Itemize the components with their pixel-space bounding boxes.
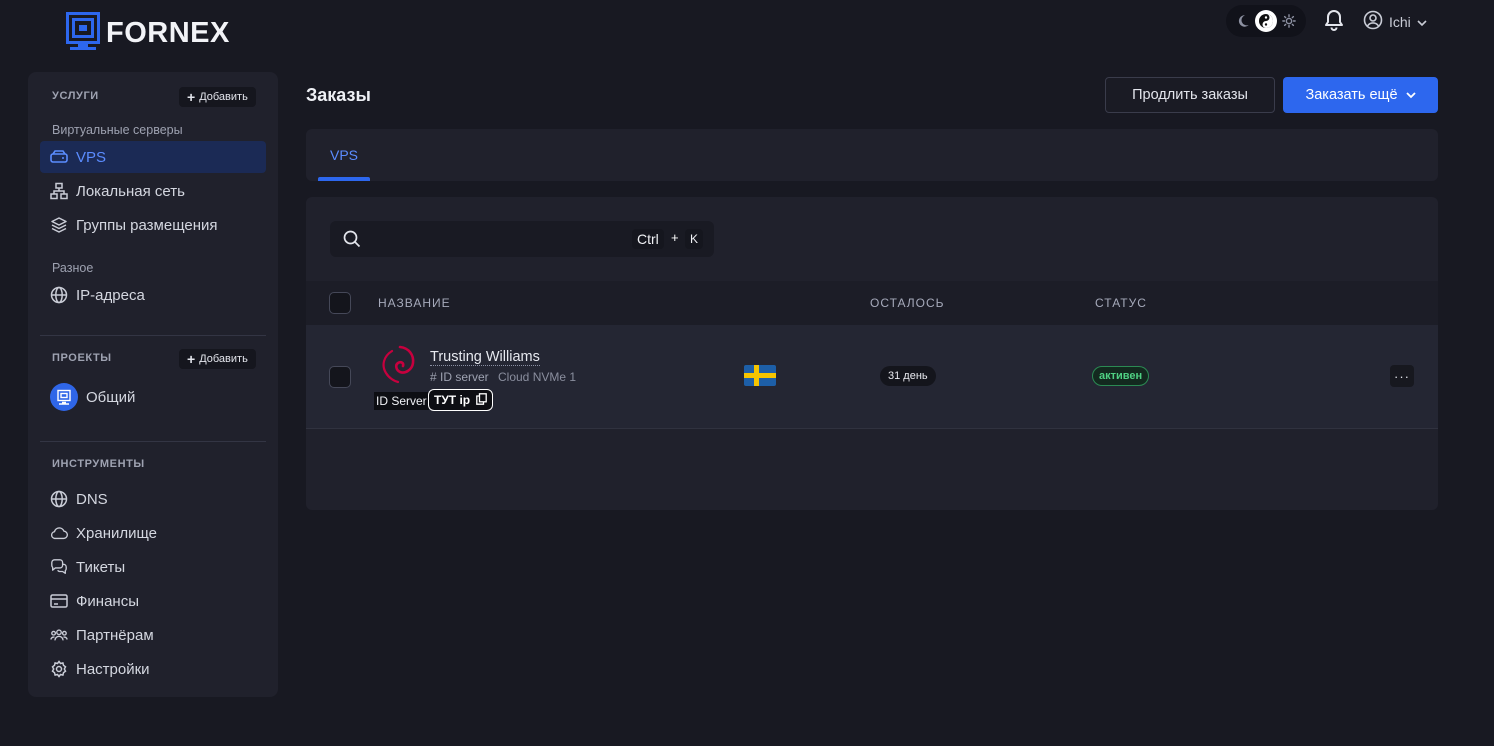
sidebar-divider	[40, 335, 266, 336]
row-actions-button[interactable]: ···	[1390, 365, 1414, 387]
sidebar-item-dns[interactable]: DNS	[40, 483, 266, 515]
sidebar-item-partners[interactable]: Партнёрам	[40, 619, 266, 651]
sidebar-item-finance[interactable]: Финансы	[40, 585, 266, 617]
sidebar-item-storage[interactable]: Хранилище	[40, 517, 266, 549]
search-icon	[343, 230, 361, 253]
sidebar-item-label: Общий	[86, 388, 136, 406]
sidebar-item-label: Финансы	[76, 592, 139, 610]
order-more-label: Заказать ещё	[1305, 87, 1398, 103]
fornex-logo-icon	[66, 12, 100, 55]
add-project-button[interactable]: + Добавить	[179, 349, 256, 369]
auto-theme-icon[interactable]	[1254, 10, 1277, 32]
column-status: СТАТУС	[1095, 296, 1147, 310]
tools-heading: ИНСТРУМЕНТЫ	[52, 458, 145, 470]
card-icon	[50, 592, 68, 610]
user-avatar-icon	[1363, 10, 1383, 33]
brand-logo[interactable]: FORNEX	[66, 12, 230, 55]
projects-heading: ПРОЕКТЫ	[52, 352, 112, 364]
notifications-button[interactable]	[1324, 9, 1344, 36]
gear-icon	[50, 660, 68, 678]
add-project-label: Добавить	[199, 353, 248, 365]
server-icon	[50, 148, 68, 166]
project-icon	[50, 383, 78, 411]
tabs-bar: VPS	[306, 129, 1438, 181]
sidebar-item-project-general[interactable]: Общий	[40, 379, 266, 415]
sidebar: УСЛУГИ + Добавить Виртуальные серверы VP…	[28, 72, 278, 697]
server-id: # ID server	[430, 370, 489, 384]
group-virtual-servers: Виртуальные серверы	[52, 123, 183, 137]
sidebar-item-vps[interactable]: VPS	[40, 141, 266, 173]
sweden-flag-icon	[744, 365, 776, 386]
sidebar-item-placement-groups[interactable]: Группы размещения	[40, 209, 266, 241]
column-name: НАЗВАНИЕ	[378, 296, 451, 310]
renew-orders-button[interactable]: Продлить заказы	[1105, 77, 1275, 113]
order-more-button[interactable]: Заказать ещё	[1283, 77, 1438, 113]
chevron-down-icon	[1405, 87, 1416, 103]
remaining-days-badge: 31 день	[880, 366, 936, 386]
column-remaining: ОСТАЛОСЬ	[870, 296, 945, 310]
sidebar-item-label: Хранилище	[76, 524, 157, 542]
select-all-checkbox[interactable]	[329, 292, 351, 314]
moon-icon[interactable]	[1232, 10, 1254, 32]
plus-icon: +	[187, 89, 196, 105]
chevron-down-icon	[1417, 14, 1427, 30]
page-title: Заказы	[306, 85, 371, 105]
shortcut-k-key: K	[685, 229, 704, 249]
sidebar-item-settings[interactable]: Настройки	[40, 653, 266, 685]
shortcut-ctrl-key: Ctrl	[632, 229, 664, 249]
add-service-label: Добавить	[199, 91, 248, 103]
globe-icon	[50, 490, 68, 508]
orders-list: Ctrl + K НАЗВАНИЕ ОСТАЛОСЬ СТАТУС Trusti…	[306, 197, 1438, 510]
sidebar-item-label: Настройки	[76, 660, 150, 678]
table-row[interactable]: Trusting Williams # ID server Cloud NVMe…	[306, 325, 1438, 429]
sidebar-divider	[40, 441, 266, 442]
status-badge: активен	[1092, 366, 1150, 386]
layers-icon	[50, 216, 68, 234]
add-service-button[interactable]: + Добавить	[179, 87, 256, 107]
theme-switcher[interactable]	[1226, 5, 1306, 37]
sidebar-item-label: IP-адреса	[76, 286, 145, 304]
server-plan: Cloud NVMe 1	[498, 370, 577, 384]
active-tab-indicator	[318, 177, 370, 181]
sidebar-item-label: Локальная сеть	[76, 182, 185, 200]
sidebar-item-label: Партнёрам	[76, 626, 154, 644]
ip-label: ТУТ ip	[434, 393, 471, 407]
globe-icon	[50, 286, 68, 304]
network-icon	[50, 182, 68, 200]
sidebar-item-label: VPS	[76, 148, 107, 166]
group-misc: Разное	[52, 261, 94, 275]
tab-vps[interactable]: VPS	[318, 129, 370, 181]
sidebar-item-local-network[interactable]: Локальная сеть	[40, 175, 266, 207]
users-icon	[50, 626, 68, 644]
chat-icon	[50, 558, 68, 576]
row-checkbox[interactable]	[329, 366, 351, 388]
copy-ip-button[interactable]: ТУТ ip	[428, 389, 494, 411]
sidebar-item-label: DNS	[76, 490, 108, 508]
brand-name: FORNEX	[106, 17, 230, 49]
copy-icon	[476, 392, 487, 408]
table-header: НАЗВАНИЕ ОСТАЛОСЬ СТАТУС	[306, 281, 1438, 325]
cloud-icon	[50, 524, 68, 542]
sidebar-item-ip-addresses[interactable]: IP-адреса	[40, 279, 266, 311]
debian-icon	[378, 343, 418, 390]
search-input[interactable]: Ctrl + K	[330, 221, 714, 257]
sidebar-item-tickets[interactable]: Тикеты	[40, 551, 266, 583]
user-name: Ichi	[1389, 13, 1411, 30]
server-name-link[interactable]: Trusting Williams	[430, 349, 540, 366]
services-heading: УСЛУГИ	[52, 90, 99, 102]
shortcut-plus: +	[671, 230, 679, 245]
sun-icon[interactable]	[1278, 10, 1300, 32]
bell-icon	[1324, 10, 1344, 35]
sidebar-item-label: Тикеты	[76, 558, 126, 576]
sidebar-item-label: Группы размещения	[76, 216, 218, 234]
user-menu[interactable]: Ichi	[1363, 10, 1427, 33]
id-server-tag: ID Server	[374, 392, 429, 410]
plus-icon: +	[187, 351, 196, 367]
